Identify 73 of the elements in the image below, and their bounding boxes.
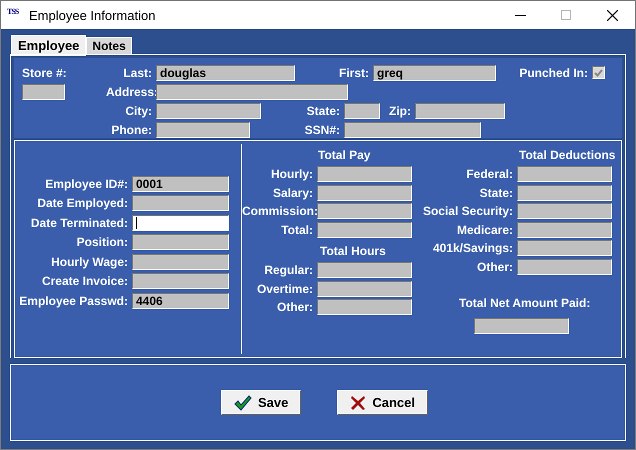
cancel-button[interactable]: Cancel — [337, 390, 428, 415]
field-label: First: — [338, 66, 369, 80]
field-label: Last: — [122, 66, 152, 80]
tab[interactable]: Employee — [11, 35, 86, 56]
check-icon — [234, 394, 252, 410]
input-field[interactable] — [156, 122, 250, 138]
input-field[interactable] — [517, 166, 612, 182]
save-button[interactable]: Save — [221, 390, 302, 415]
field-label: Create Invoice: — [40, 274, 128, 288]
field-label: Employee Passwd: — [18, 294, 128, 308]
field-label: Overtime: — [256, 282, 313, 296]
input-field[interactable] — [344, 102, 380, 118]
input-field[interactable]: 0001 — [132, 176, 229, 192]
field-label: Medicare: — [456, 222, 513, 237]
input-field[interactable]: 4406 — [132, 293, 229, 310]
minimize-icon[interactable] — [514, 14, 526, 16]
section-heading: Total Hours — [319, 242, 387, 260]
field-label: Store #: — [22, 66, 68, 80]
input-field[interactable] — [317, 203, 412, 220]
input-field[interactable] — [156, 84, 348, 100]
field-label: State: — [478, 186, 513, 200]
section-heading: Total Deductions — [518, 147, 616, 164]
input-field[interactable] — [317, 222, 412, 238]
input-field[interactable] — [517, 259, 612, 276]
input-field[interactable] — [317, 299, 412, 316]
input-field[interactable]: douglas — [156, 64, 295, 80]
tab[interactable]: Notes — [86, 37, 132, 55]
field-label: Punched In: — [518, 66, 588, 80]
input-field[interactable] — [132, 254, 229, 270]
input-field[interactable] — [517, 222, 612, 238]
close-icon[interactable] — [606, 10, 618, 20]
field-label: Date Employed: — [36, 196, 128, 210]
input-field[interactable] — [344, 122, 481, 138]
input-field[interactable] — [132, 234, 229, 250]
input-field[interactable] — [317, 262, 412, 278]
input-field[interactable] — [132, 273, 229, 290]
field-label: 401k/Savings: — [432, 241, 513, 256]
field-label: Date Terminated: — [30, 216, 128, 230]
input-field[interactable] — [317, 166, 412, 182]
input-field[interactable] — [517, 184, 612, 201]
field-label: Regular: — [263, 263, 313, 278]
field-label: State: — [306, 104, 340, 118]
input-field[interactable] — [132, 214, 229, 231]
section-heading: Total Pay — [317, 147, 372, 164]
field-label: Employee ID#: — [44, 176, 128, 190]
input-field[interactable] — [132, 195, 229, 212]
field-label: Total: — [280, 222, 313, 237]
input-field[interactable] — [474, 318, 569, 334]
field-label: Other: — [476, 260, 513, 274]
field-label: Position: — [76, 235, 128, 250]
field-label: SSN#: — [304, 122, 340, 136]
field-label: Hourly: — [270, 167, 313, 182]
input-field[interactable] — [415, 102, 505, 118]
field-label: Zip: — [388, 104, 411, 118]
input-field[interactable] — [317, 184, 412, 201]
input-field[interactable] — [317, 280, 412, 297]
x-icon — [350, 394, 366, 410]
input-field[interactable] — [517, 203, 612, 220]
field-label: Hourly Wage: — [50, 254, 128, 269]
field-label: Other: — [276, 300, 313, 314]
input-field[interactable] — [22, 84, 65, 100]
field-label: Salary: — [272, 186, 313, 200]
section-heading: Total Net Amount Paid: — [458, 295, 592, 312]
input-field[interactable]: greq — [373, 64, 496, 80]
window-title: Employee Information — [29, 8, 156, 22]
input-field[interactable] — [156, 102, 261, 118]
input-field[interactable] — [517, 240, 612, 256]
app-logo: TSS — [7, 8, 20, 18]
field-label: Phone: — [110, 122, 152, 136]
checkbox[interactable] — [592, 66, 605, 79]
field-label: City: — [124, 104, 152, 118]
field-label: Federal: — [465, 167, 513, 182]
field-label: Social Security: — [422, 204, 513, 218]
